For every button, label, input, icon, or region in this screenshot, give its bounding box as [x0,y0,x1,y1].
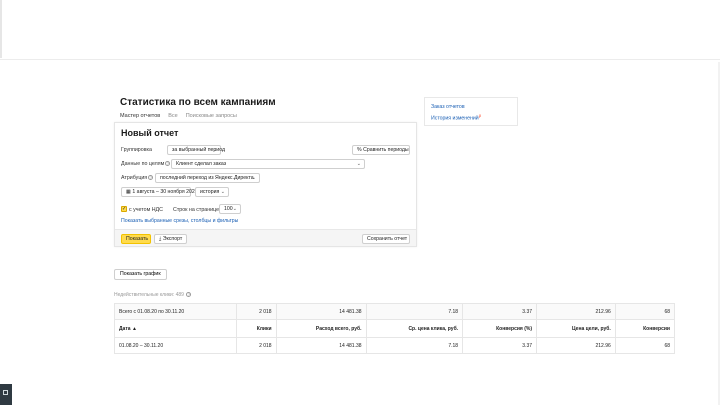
goals-label: Данные по целям? [121,161,171,167]
statistics-table: Всего с 01.08.20 по 30.11.20 2 018 14 48… [113,303,676,354]
table-row: 01.08.20 – 30.11.20 2 018 14 481.38 7.18… [113,337,676,354]
total-conversions: 68 [614,303,676,320]
grouping-select-value: за выбранный период [172,147,226,153]
history-select-value: история [200,189,220,195]
chevron-down-icon: ⌄ [251,175,256,181]
grouping-label: Группировка [121,147,152,153]
cell-conversions: 68 [614,337,676,354]
total-spend: 14 481.38 [275,303,367,320]
chevron-down-icon: ⌄ [356,161,361,167]
invalid-clicks-info: Недействительные клики: 489 ? [114,292,192,298]
help-icon[interactable]: ? [148,175,154,181]
side-links-card: Заказ отчетов История измененийβ [424,97,518,126]
total-conversion-rate: 3.37 [462,303,538,320]
calendar-icon: ▦ [126,189,131,195]
attribution-label: Атрибуция? [121,175,154,181]
goals-select-value: Клиент сделал заказ [176,161,227,167]
cell-date: 01.08.20 – 30.11.20 [113,337,238,354]
invalid-clicks-text: Недействительные клики: 489 [114,292,184,298]
report-builder-panel: Новый отчет Группировка за выбранный пер… [114,122,417,247]
compare-periods-label: Сравнить периоды [363,147,409,153]
rows-per-page-value: 100 [224,206,233,212]
attribution-label-text: Атрибуция [121,175,148,181]
column-header-cpa[interactable]: Цена цели, руб. [536,319,616,338]
column-header-conversion-rate[interactable]: Конверсия (%) [462,319,538,338]
attribution-select-value: последний переход из Яндекс.Директа [160,175,254,181]
report-actions-bar: Показать ⤓ Экспорт Сохранить отчет [115,229,416,246]
total-clicks: 2 018 [236,303,277,320]
cell-cpa: 212.96 [536,337,616,354]
cell-spend: 14 481.38 [275,337,367,354]
rows-per-page-select[interactable]: 100 ⌄ [219,204,241,214]
grouping-select[interactable]: за выбранный период ⌄ [167,145,225,155]
chevron-down-icon: ⌄ [212,147,217,153]
vat-checkbox[interactable]: ✓ [121,206,127,212]
column-header-spend[interactable]: Расход всего, руб. [275,319,367,338]
date-range-value: 1 августа – 30 ноября 2020 [132,189,198,195]
goals-select[interactable]: Клиент сделал заказ ⌄ [171,159,365,169]
report-title: Новый отчет [121,128,179,138]
show-graph-button[interactable]: Показать график [114,269,167,280]
chevron-down-icon: ⌄ [220,189,225,195]
table-header-row: Дата ▲ Клики Расход всего, руб. Ср. цена… [113,319,676,338]
compare-periods-button[interactable]: % Сравнить периоды [352,145,410,155]
history-select[interactable]: история ⌄ [195,187,229,197]
page-title: Статистика по всем кампаниям [120,97,276,108]
help-icon[interactable]: ? [165,161,171,167]
help-icon[interactable]: ? [186,292,192,298]
beta-badge: β [478,113,482,118]
percent-icon: % [357,147,362,153]
left-divider [0,0,2,58]
goals-label-text: Данные по целям [121,161,165,167]
date-range-button[interactable]: ▦ 1 августа – 30 ноября 2020 [121,187,198,197]
corner-widget-button[interactable] [0,384,12,405]
total-avg-cpc: 7.18 [365,303,464,320]
vat-label: с учетом НДС [129,207,163,213]
total-label: Всего с 01.08.20 по 30.11.20 [113,303,238,320]
square-icon [3,390,8,395]
download-icon: ⤓ [159,236,162,242]
change-history-link[interactable]: История измененийβ [431,113,481,122]
export-button-label: Экспорт [162,236,183,242]
column-header-avg-cpc[interactable]: Ср. цена клика, руб. [365,319,464,338]
chevron-down-icon: ⌄ [232,206,237,212]
attribution-select[interactable]: последний переход из Яндекс.Директа ⌄ [155,173,260,183]
cell-clicks: 2 018 [236,337,277,354]
rows-per-page-label: Строк на странице [173,207,220,213]
column-header-date[interactable]: Дата ▲ [113,319,238,338]
column-header-conversions[interactable]: Конверсии [614,319,676,338]
cell-conversion-rate: 3.37 [462,337,538,354]
export-button[interactable]: ⤓ Экспорт [154,234,187,244]
change-history-label: История изменений [431,115,479,122]
show-filters-link[interactable]: Показать выбранные срезы, столбцы и филь… [121,218,238,224]
show-button[interactable]: Показать [121,234,151,244]
total-row: Всего с 01.08.20 по 30.11.20 2 018 14 48… [113,303,676,320]
save-report-button[interactable]: Сохранить отчет [362,234,410,244]
top-header-area [0,0,720,60]
cell-avg-cpc: 7.18 [365,337,464,354]
column-header-clicks[interactable]: Клики [236,319,277,338]
total-cpa: 212.96 [536,303,616,320]
order-reports-link[interactable]: Заказ отчетов [431,104,465,110]
